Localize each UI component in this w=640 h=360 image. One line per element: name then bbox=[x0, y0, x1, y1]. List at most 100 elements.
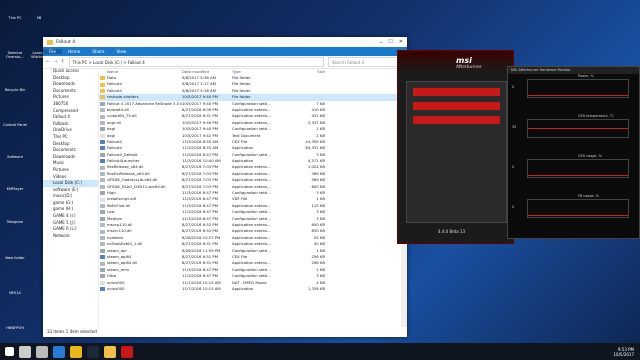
nav-item[interactable]: software (E:) bbox=[43, 187, 98, 194]
nav-item[interactable]: game (H:) bbox=[43, 206, 98, 213]
nav-item[interactable]: Local Disk (C:) bbox=[43, 180, 98, 187]
close-icon[interactable]: ✕ bbox=[399, 39, 403, 45]
desktop-icon[interactable]: HNNFPOH bbox=[3, 326, 27, 330]
graph-value: 0 bbox=[512, 165, 515, 169]
dll-file-icon bbox=[100, 120, 105, 125]
start-icon[interactable] bbox=[5, 347, 14, 356]
clock[interactable]: 9:53 PM 10/5/2017 bbox=[613, 347, 634, 357]
column-type[interactable]: Type bbox=[232, 68, 280, 75]
desktop-icon[interactable]: Control Panel bbox=[3, 123, 27, 127]
maximize-icon[interactable]: ☐ bbox=[388, 39, 392, 45]
nav-item[interactable]: Fallout 4 bbox=[43, 114, 98, 121]
nav-item[interactable]: fallback bbox=[43, 121, 98, 128]
nav-item[interactable]: Pictures bbox=[43, 167, 98, 174]
file-name-text: Fallout 4 2017 Advanced ReShade 3.0 b... bbox=[107, 100, 182, 106]
nav-item[interactable]: Videos bbox=[43, 174, 98, 181]
tab-view[interactable]: View bbox=[110, 49, 132, 54]
desktop-icon[interactable]: Telegram bbox=[3, 220, 27, 224]
desktop-icon[interactable]: 5B bbox=[27, 16, 51, 20]
file-name-text: libEnFlod.dll bbox=[107, 202, 131, 208]
file-name-text: dxgi bbox=[107, 132, 116, 138]
graph-value: 0 bbox=[512, 205, 515, 209]
graph-label: GPU temperature, °C bbox=[578, 114, 614, 118]
monitor-title: MSI Afterburner Hardware Monitor bbox=[508, 67, 639, 74]
tab-file[interactable]: File bbox=[43, 49, 63, 54]
nav-item[interactable]: Music bbox=[43, 160, 98, 167]
desktop-icon[interactable]: Recycle Bin bbox=[3, 88, 27, 92]
afterburner-icon[interactable] bbox=[121, 345, 133, 358]
file-name-text: steam_api64 bbox=[107, 253, 132, 259]
nav-item[interactable]: Quick access bbox=[43, 68, 98, 75]
dll-file-icon bbox=[100, 223, 105, 228]
title-bar: Fallout 4 – ☐ ✕ bbox=[43, 37, 407, 47]
dll-file-icon bbox=[100, 235, 105, 240]
file-name-text: steam_emu bbox=[107, 266, 130, 272]
file-name-text: Fallout4Launcher bbox=[107, 158, 140, 164]
config-file-icon bbox=[100, 127, 105, 132]
file-name-text: GFSDK_GodraysLib.x64.dll bbox=[107, 177, 158, 183]
search-icon[interactable] bbox=[19, 345, 31, 358]
file-name-text: flexRelease_x64.dll bbox=[107, 164, 144, 170]
text-file-icon bbox=[100, 133, 105, 138]
window-title: Fallout 4 bbox=[56, 39, 76, 45]
nav-item[interactable]: Documents bbox=[43, 88, 98, 95]
desktop-icon[interactable]: KMPlayer bbox=[3, 187, 27, 191]
breadcrumb[interactable]: This PC > Local Disk (C:) > Fallout 4 bbox=[68, 57, 324, 67]
file-size: 1,339 KB bbox=[307, 285, 325, 291]
column-name[interactable]: Name bbox=[99, 68, 182, 75]
minimize-icon[interactable]: – bbox=[379, 39, 382, 46]
nav-item[interactable]: GAME 6 (L:) bbox=[43, 226, 98, 233]
nav-item[interactable]: GAME 4 (I:) bbox=[43, 213, 98, 220]
ribbon-tabs: File Home Share View bbox=[43, 47, 407, 56]
file-name-text: Fallout4 bbox=[107, 145, 122, 151]
dll-file-icon bbox=[100, 204, 105, 208]
hardware-monitor-window: MSI Afterburner Hardware Monitor Power, … bbox=[507, 66, 640, 239]
nav-item[interactable]: Downloads bbox=[43, 154, 98, 161]
config-file-icon bbox=[100, 274, 105, 279]
dll-file-icon bbox=[100, 184, 105, 189]
graph-line bbox=[528, 128, 628, 129]
nav-item[interactable]: Desktop bbox=[43, 141, 98, 148]
file-name-text: steam_api64.dll bbox=[107, 260, 138, 266]
monitor-graph bbox=[527, 79, 629, 98]
desktop-icon[interactable]: Software bbox=[3, 155, 27, 159]
nav-item[interactable]: music(D:) bbox=[43, 193, 98, 200]
afterburner-panel bbox=[406, 81, 507, 223]
file-row[interactable]: unins000 11/7/2016 10:15 AM Application 1,3… bbox=[99, 286, 399, 292]
desktop-icon[interactable]: Selector Overstu... bbox=[3, 51, 27, 59]
nav-item[interactable]: Network bbox=[43, 233, 98, 240]
column-date[interactable]: Date modified bbox=[182, 68, 232, 75]
explorer-icon[interactable] bbox=[104, 345, 116, 358]
desktop-icon[interactable]: New folder bbox=[3, 256, 27, 260]
tab-share[interactable]: Share bbox=[86, 49, 110, 54]
edge-icon[interactable] bbox=[53, 345, 65, 358]
nav-item[interactable]: Compressed bbox=[43, 108, 98, 115]
up-arrow-icon[interactable]: ↑ bbox=[60, 59, 64, 65]
task-view-icon[interactable] bbox=[36, 345, 48, 358]
file-name-text: unins000 bbox=[107, 285, 125, 291]
dll-file-icon bbox=[100, 178, 105, 183]
nav-item[interactable]: 380750 bbox=[43, 101, 98, 108]
nav-item[interactable]: GAME 5 (J:) bbox=[43, 220, 98, 227]
nav-item[interactable]: Pictures bbox=[43, 94, 98, 101]
desktop-icon[interactable]: NFS14 bbox=[3, 291, 27, 295]
afterburner-version: 4.4.0 Beta 13 bbox=[438, 229, 466, 234]
tab-home[interactable]: Home bbox=[62, 49, 86, 54]
nav-item[interactable]: Downloads bbox=[43, 81, 98, 88]
nav-item[interactable]: Documents bbox=[43, 147, 98, 154]
column-size[interactable]: Size bbox=[280, 68, 328, 75]
file-name-text: Fallout4_Default bbox=[107, 151, 138, 157]
nav-item[interactable]: game (G:) bbox=[43, 200, 98, 207]
search-input[interactable]: Search Fallout 4 bbox=[328, 57, 403, 67]
nav-item[interactable]: Desktop bbox=[43, 75, 98, 82]
dll-file-icon bbox=[100, 229, 105, 234]
file-name-text: cudart64_75.dll bbox=[107, 113, 137, 119]
chrome-icon[interactable] bbox=[70, 345, 82, 358]
forward-arrow-icon[interactable]: → bbox=[53, 59, 57, 65]
file-name: unins000 bbox=[99, 286, 182, 292]
steam-icon[interactable] bbox=[87, 345, 99, 358]
nav-item[interactable]: This PC bbox=[43, 134, 98, 141]
nav-item[interactable]: OneDrive bbox=[43, 127, 98, 134]
back-arrow-icon[interactable]: ← bbox=[46, 59, 50, 65]
desktop-icon[interactable]: This PC bbox=[3, 16, 27, 20]
